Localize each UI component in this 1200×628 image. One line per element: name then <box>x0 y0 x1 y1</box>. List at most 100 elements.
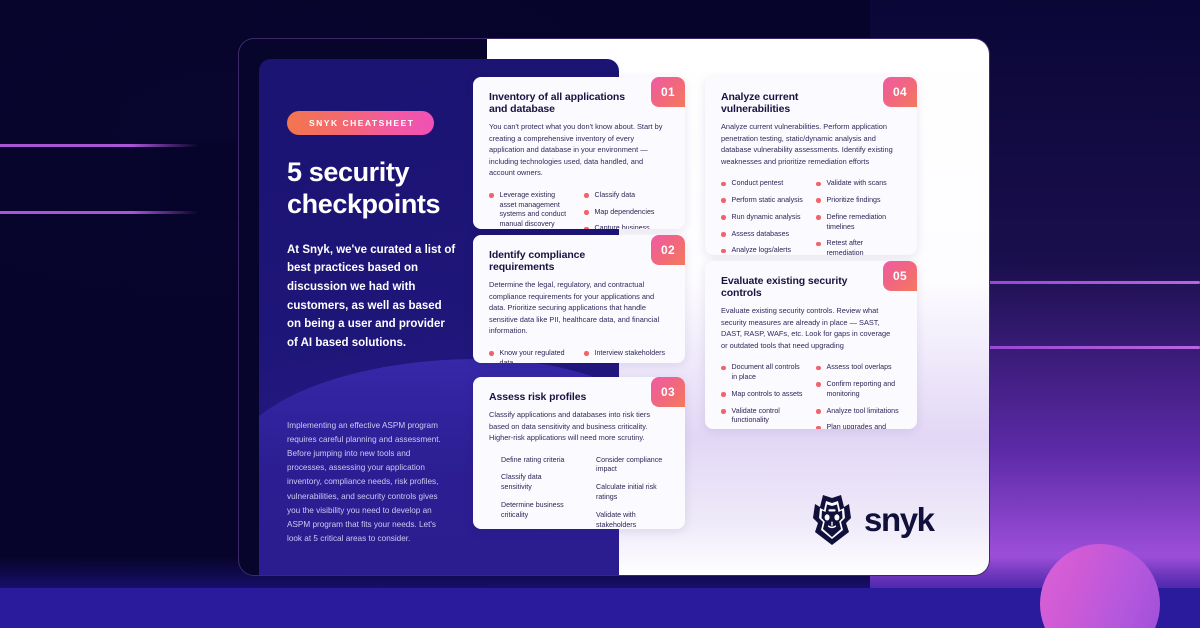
checklist-item-label: Calculate initial risk ratings <box>596 483 657 501</box>
card-checklist: Document all controls in place Map contro… <box>721 363 901 429</box>
checklist-item-label: Know your regulated data <box>499 348 565 363</box>
checklist-item-label: Map controls to assets <box>731 389 803 398</box>
snyk-dog-icon <box>813 495 851 545</box>
card-title: Identify compliance requirements <box>489 249 586 273</box>
bullet-dot-icon <box>721 409 726 414</box>
checklist-item-label: Prioritize findings <box>826 195 881 204</box>
card-description: Determine the legal, regulatory, and con… <box>489 280 660 336</box>
checklist-item-label: Assess tool overlaps <box>826 363 892 372</box>
checklist-item: Map dependencies <box>584 208 669 218</box>
checklist-item: Perform static analysis <box>721 196 806 206</box>
checklist-item: Leverage existing asset management syste… <box>489 191 574 229</box>
card-checklist: Conduct pentest Perform static analysis Ru… <box>721 179 901 255</box>
checklist-item-label: Determine business criticality <box>501 500 564 519</box>
checklist-item-label: Validate with stakeholders <box>596 510 637 529</box>
checklist-item: Know your regulated data <box>489 349 574 363</box>
checklist-item: Capture business criticality <box>584 224 669 229</box>
checkpoint-card-01: 01 Inventory of all applications and data… <box>473 77 685 229</box>
bullet-dot-icon <box>816 241 821 247</box>
checklist-item-label: Plan upgrades and new controls <box>826 423 887 429</box>
checklist-item-label: Retest after remediation <box>826 239 864 255</box>
checklist-column: Validate with scans Prioritize findings De… <box>816 179 901 255</box>
bullet-dot-icon <box>721 248 726 254</box>
checklist-item: Consider compliance impact <box>584 456 669 476</box>
checklist-column: Interview stakeholdersPrioritize affecte… <box>584 349 669 363</box>
card-description: Evaluate existing security controls. Rev… <box>721 306 891 350</box>
checklist-item: Assess databases <box>721 230 806 240</box>
checklist-column: Document all controls in place Map contro… <box>721 363 806 429</box>
cheatsheet-card-shell: SNYK CHEATSHEET 5 security checkpoints A… <box>238 38 990 576</box>
checklist-item-label: Classify data sensitivity <box>501 473 542 492</box>
card-title: Inventory of all applications and databa… <box>489 91 625 115</box>
checklist-item-label: Capture business criticality <box>594 224 650 229</box>
checklist-item-label: Define rating criteria <box>501 455 565 464</box>
card-title: Analyze current vulnerabilities <box>721 91 799 115</box>
checklist-item-label: Map dependencies <box>594 207 655 216</box>
checklist-item: Map controls to assets <box>721 390 806 400</box>
checklist-column: Leverage existing asset management syste… <box>489 191 574 229</box>
decor-pill-mask <box>132 140 252 220</box>
checkpoint-card-05: 05 Evaluate existing security controls Eva… <box>705 261 917 429</box>
checklist-item-label: Analyze logs/alerts <box>731 246 792 255</box>
snyk-logo: snyk <box>809 494 935 546</box>
checklist-column: Conduct pentest Perform static analysis Ru… <box>721 179 806 255</box>
checklist-item-label: Consider compliance impact <box>596 455 663 474</box>
card-checklist: Leverage existing asset management syste… <box>489 191 669 229</box>
checklist-column: Assess tool overlaps Confirm reporting an… <box>816 363 901 429</box>
bullet-dot-icon <box>721 215 726 220</box>
checklist-item-label: Validate control functionality <box>731 406 780 425</box>
checklist-item: Validate with scans <box>816 179 901 189</box>
checklist-item: Confirm reporting and monitoring <box>816 380 901 400</box>
checklist-column: Classify data Map dependencies Capture bus… <box>584 191 669 229</box>
checklist-item-label: Perform static analysis <box>731 195 803 204</box>
checklist-item: Plan upgrades and new controls <box>816 423 901 429</box>
checklist-item: Validate with stakeholders <box>584 511 669 529</box>
card-checklist: Know your regulated dataReview contracts… <box>489 349 669 363</box>
decor-bottom-band-solid <box>0 588 1200 628</box>
bullet-dot-icon <box>721 198 726 203</box>
card-title: Assess risk profiles <box>489 391 587 403</box>
checklist-item-label: Define remediation timelines <box>826 212 887 231</box>
bullet-dot-icon <box>721 232 726 237</box>
card-checklist: Define rating criteria Classify data sens… <box>489 456 669 529</box>
bullet-dot-icon <box>584 351 589 356</box>
checklist-column: Know your regulated dataReview contracts… <box>489 349 574 363</box>
bullet-dot-icon <box>584 210 589 215</box>
checkpoint-card-03: 03 Assess risk profiles Classify applicati… <box>473 377 685 529</box>
bullet-dot-icon <box>816 181 821 187</box>
checklist-item-label: Validate with scans <box>826 179 887 188</box>
bullet-dot-icon <box>489 351 494 356</box>
checklist-item-label: Classify data <box>594 190 636 199</box>
card-description: You can't protect what you don't know ab… <box>489 122 663 178</box>
checklist-item-label: Leverage existing asset management syste… <box>499 190 567 229</box>
checklist-item: Define remediation timelines <box>816 213 901 233</box>
bullet-dot-icon <box>816 365 821 371</box>
card-title: Evaluate existing security controls <box>721 275 848 299</box>
checklist-column: Define rating criteria Classify data sens… <box>489 456 574 529</box>
checkpoint-card-04: 04 Analyze current vulnerabilities Analyze… <box>705 77 917 255</box>
checklist-item: Determine business criticality <box>489 501 574 521</box>
checklist-item-label: Interview stakeholders <box>594 348 666 357</box>
checklist-item-label: Run dynamic analysis <box>731 212 801 221</box>
checklist-item: Prioritize findings <box>816 196 901 206</box>
bullet-dot-icon <box>721 365 726 371</box>
card-number-badge: 04 <box>883 77 917 107</box>
snyk-wordmark: snyk <box>864 501 935 538</box>
bullet-dot-icon <box>816 425 821 429</box>
bullet-dot-icon <box>816 198 821 203</box>
bullet-dot-icon <box>816 409 821 414</box>
card-number-badge: 05 <box>883 261 917 291</box>
checklist-item: Conduct pentest <box>721 179 806 189</box>
card-number-badge: 02 <box>651 235 685 265</box>
bullet-dot-icon <box>721 392 726 397</box>
bullet-dot-icon <box>584 226 589 229</box>
card-number-badge: 01 <box>651 77 685 107</box>
checklist-item: Document all controls in place <box>721 363 806 383</box>
card-number-badge: 03 <box>651 377 685 407</box>
checklist-item-label: Analyze tool limitations <box>826 406 899 415</box>
checklist-column: Consider compliance impact Calculate init… <box>584 456 669 529</box>
bullet-dot-icon <box>489 193 494 198</box>
checklist-item: Analyze logs/alerts <box>721 246 806 255</box>
checklist-item: Retest after remediation <box>816 239 901 255</box>
checklist-item: Assess tool overlaps <box>816 363 901 373</box>
